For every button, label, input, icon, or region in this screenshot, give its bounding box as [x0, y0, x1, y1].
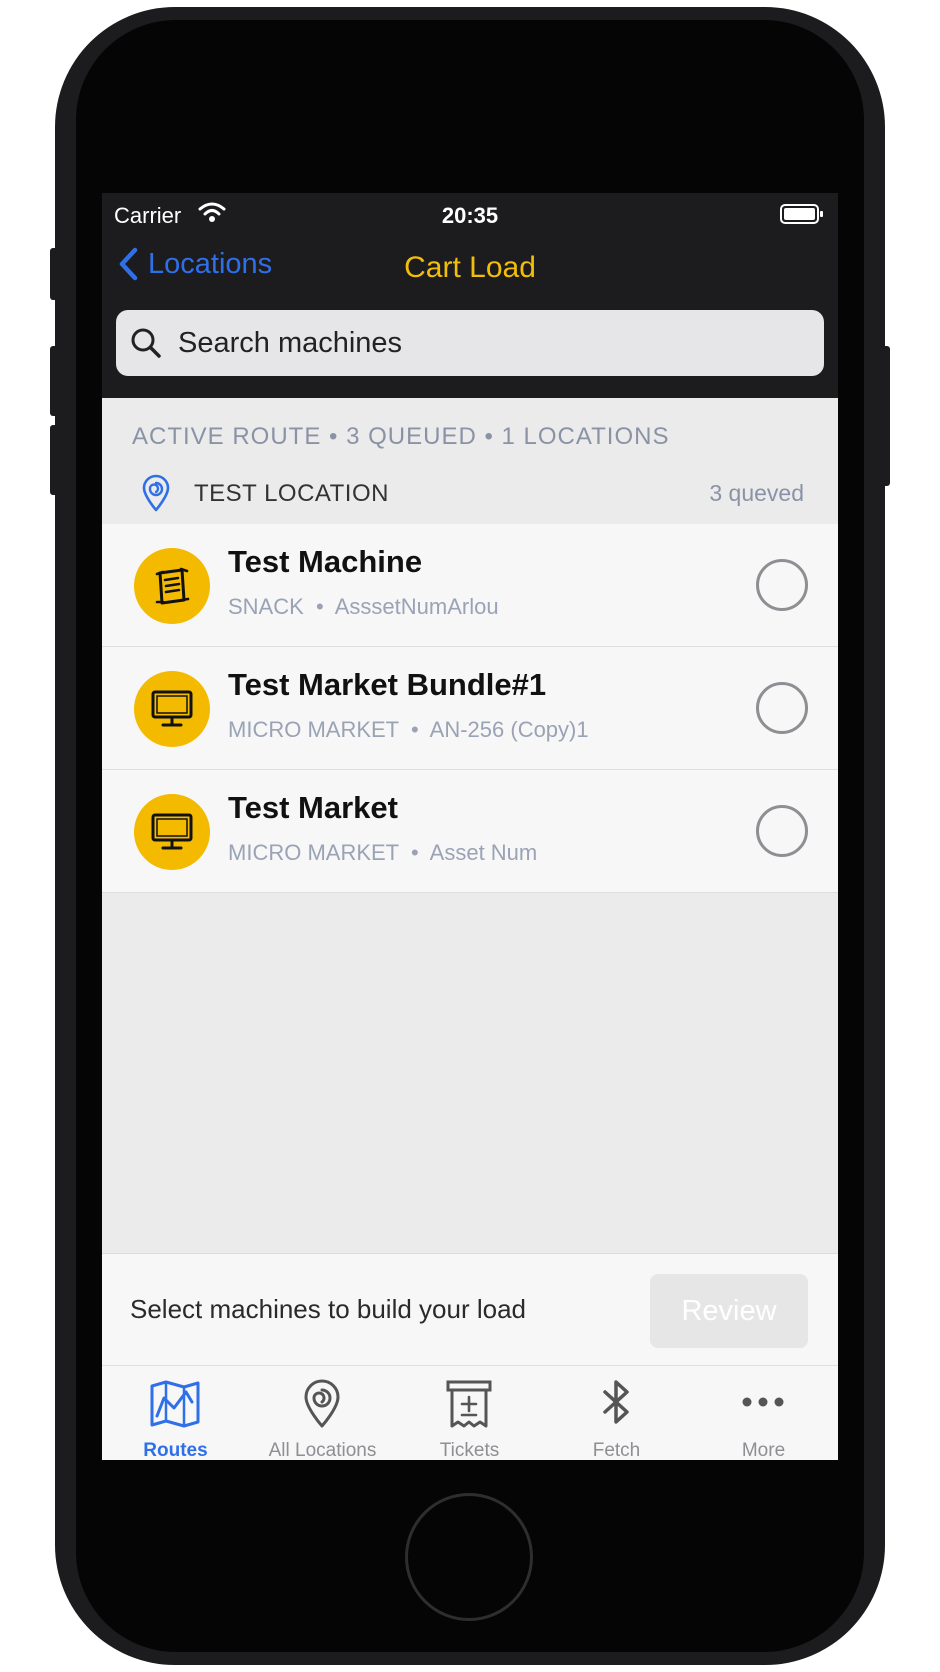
select-radio[interactable]	[756, 805, 808, 857]
location-name: TEST LOCATION	[194, 480, 389, 507]
select-radio[interactable]	[756, 559, 808, 611]
search-field[interactable]	[116, 310, 824, 376]
route-summary-header: ACTIVE ROUTE • 3 QUEUED • 1 LOCATIONS	[132, 423, 670, 450]
machine-subtitle: MICRO MARKET • AN-256 (Copy)1	[228, 717, 589, 742]
more-icon	[742, 1397, 784, 1407]
machine-row[interactable]: Test Machine SNACK • AsssetNumArlou	[102, 524, 838, 647]
select-radio[interactable]	[756, 682, 808, 734]
machine-subtitle: MICRO MARKET • Asset Num	[228, 840, 538, 865]
tab-all-locations[interactable]: All Locations	[249, 1374, 396, 1460]
tab-label: Fetch	[592, 1440, 641, 1460]
location-pin-icon	[140, 474, 172, 517]
machine-type: MICRO MARKET	[228, 717, 399, 742]
selection-hint: Select machines to build your load	[130, 1294, 527, 1324]
monitor-icon	[151, 813, 193, 850]
tab-more[interactable]: More	[690, 1374, 837, 1460]
machine-row[interactable]: Test Market Bundle#1 MICRO MARKET • AN-2…	[102, 647, 838, 770]
bluetooth-icon	[603, 1380, 629, 1424]
power-button	[882, 346, 890, 486]
machine-asset: Asset Num	[429, 840, 538, 865]
machine-type: SNACK	[228, 594, 304, 619]
volume-up-button	[50, 346, 58, 416]
tab-fetch[interactable]: Fetch	[543, 1374, 690, 1460]
ticket-icon	[446, 1380, 492, 1428]
machine-name: Test Market Bundle#1	[228, 667, 547, 702]
tab-label: All Locations	[268, 1440, 377, 1460]
tab-bar: Routes All Locations Tickets Fetch More	[102, 1365, 838, 1460]
search-input[interactable]	[176, 325, 780, 361]
machine-asset: AsssetNumArlou	[334, 594, 499, 619]
machine-avatar	[134, 671, 210, 747]
location-header: TEST LOCATION 3 queved	[102, 458, 838, 524]
machine-subtitle: SNACK • AsssetNumArlou	[228, 594, 499, 619]
status-bar: Carrier 20:35	[102, 193, 838, 237]
machine-avatar	[134, 794, 210, 870]
snack-icon	[155, 567, 190, 605]
mute-switch	[50, 248, 58, 300]
search-bar	[102, 303, 838, 398]
search-icon	[131, 328, 161, 358]
tab-tickets[interactable]: Tickets	[396, 1374, 543, 1460]
location-pin-icon	[304, 1379, 340, 1428]
tab-label: More	[741, 1440, 786, 1460]
navigation-bar: Locations Cart Load	[102, 237, 838, 303]
tab-label: Tickets	[439, 1440, 500, 1460]
machine-list: Test Machine SNACK • AsssetNumArlou Test…	[102, 524, 838, 893]
review-button[interactable]: Review	[650, 1274, 808, 1348]
machine-name: Test Machine	[228, 544, 423, 579]
home-button[interactable]	[405, 1493, 533, 1621]
tab-label: Routes	[143, 1440, 208, 1460]
machine-asset: AN-256 (Copy)1	[429, 717, 589, 742]
machine-row[interactable]: Test Market MICRO MARKET • Asset Num	[102, 770, 838, 893]
machine-avatar	[134, 548, 210, 624]
page-title: Cart Load	[404, 251, 536, 284]
location-queued-count: 3 queved	[709, 480, 804, 506]
map-icon	[150, 1380, 200, 1428]
machine-type: MICRO MARKET	[228, 840, 399, 865]
footer-bar: Select machines to build your load Revie…	[102, 1253, 838, 1366]
battery-icon	[780, 203, 824, 230]
app-screen: Carrier 20:35 Locations Cart Load ACTIVE…	[102, 193, 838, 1460]
machine-name: Test Market	[228, 790, 398, 825]
status-time: 20:35	[441, 203, 499, 228]
monitor-icon	[151, 690, 193, 727]
tab-routes[interactable]: Routes	[102, 1374, 249, 1460]
volume-down-button	[50, 425, 58, 495]
